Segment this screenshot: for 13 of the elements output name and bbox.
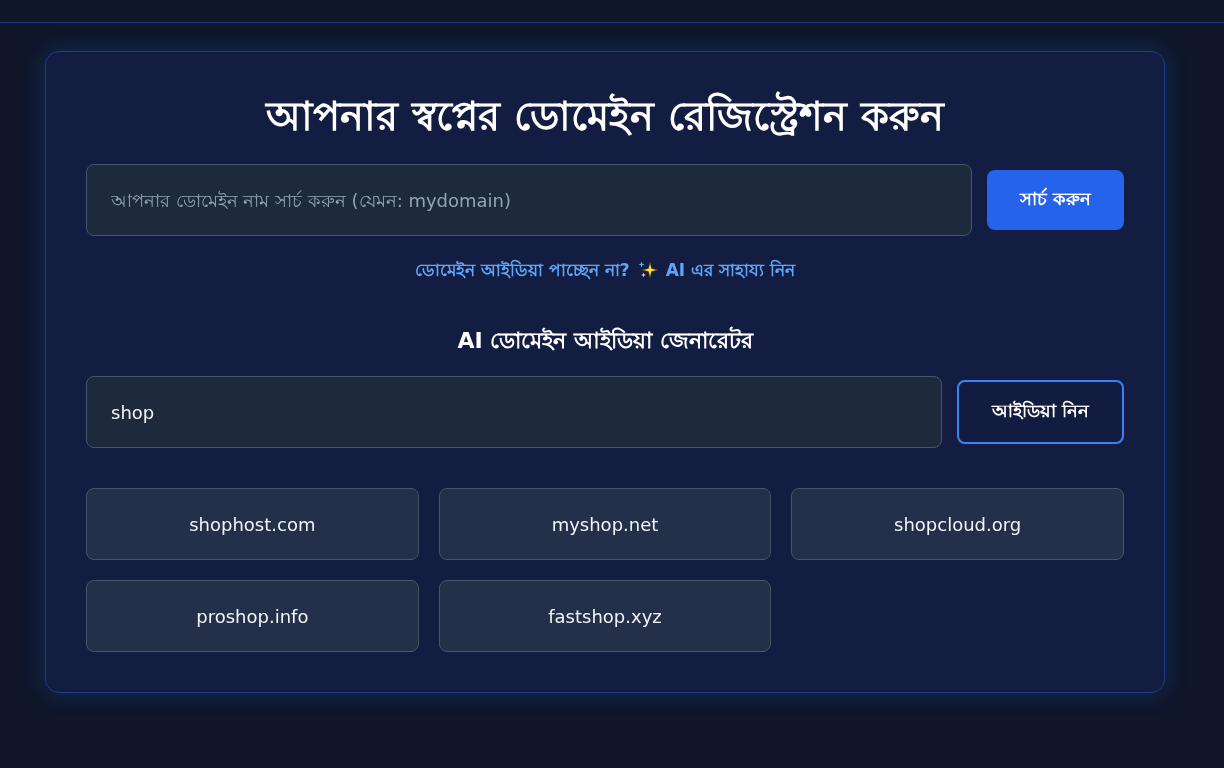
search-button[interactable]: সার্চ করুন	[987, 170, 1124, 230]
sparkle-icon	[637, 260, 658, 280]
domain-suggestion-card[interactable]: proshop.info	[86, 580, 419, 652]
domain-suggestion-card[interactable]: fastshop.xyz	[438, 580, 772, 652]
domain-search-field[interactable]: আপনার ডোমেইন নাম সার্চ করুন (যেমন: mydomain)	[86, 164, 972, 236]
domain-suggestion-card[interactable]: myshop.net	[438, 488, 772, 560]
keyword-field[interactable]: shop	[86, 376, 942, 448]
domain-suggestion-card[interactable]: shophost.com	[86, 488, 419, 560]
domain-suggestion-card[interactable]: shopcloud.org	[791, 488, 1124, 560]
get-ideas-button[interactable]: আইডিয়া নিন	[957, 380, 1124, 444]
ai-help-link[interactable]: ডোমেইন আইডিয়া পাচ্ছেন না? AI এর সাহায্য নিন	[415, 258, 795, 282]
generator-heading: AI ডোমেইন আইডিয়া জেনারেটর	[456, 326, 755, 355]
page-title: আপনার স্বপ্নের ডোমেইন রেজিস্ট্রেশন করুন	[264, 90, 946, 141]
